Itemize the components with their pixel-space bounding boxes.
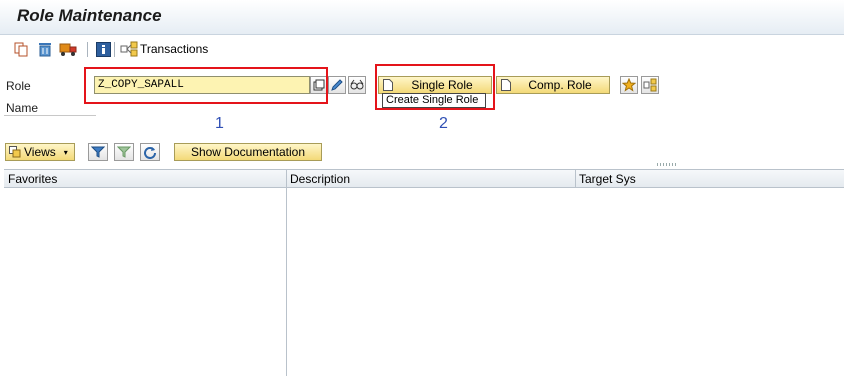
column-header-description[interactable]: Description bbox=[286, 170, 575, 188]
delete-icon[interactable] bbox=[36, 40, 54, 58]
copy-icon[interactable] bbox=[12, 40, 30, 58]
dropdown-arrow-icon: ▾ bbox=[63, 147, 68, 157]
transport-icon[interactable] bbox=[59, 40, 77, 58]
role-tree-table: Favorites Description Target Sys bbox=[4, 169, 844, 376]
column-divider[interactable] bbox=[286, 170, 287, 376]
add-favorite-button[interactable] bbox=[620, 76, 638, 94]
application-toolbar: Transactions bbox=[0, 35, 844, 63]
highlight-box-single-role bbox=[375, 64, 495, 110]
change-button[interactable] bbox=[328, 76, 346, 94]
display-button[interactable] bbox=[348, 76, 366, 94]
transactions-icon[interactable] bbox=[120, 40, 138, 58]
highlight-box-role-field bbox=[84, 67, 328, 104]
tree-toolbar: Views ▾ Show Documentation bbox=[0, 142, 844, 164]
composite-role-label: Comp. Role bbox=[528, 78, 592, 92]
role-label: Role bbox=[6, 79, 31, 93]
title-bar: Role Maintenance bbox=[0, 0, 844, 35]
toolbar-separator bbox=[87, 42, 88, 57]
show-documentation-label: Show Documentation bbox=[190, 145, 306, 159]
column-divider[interactable] bbox=[575, 170, 576, 188]
name-field-underline bbox=[4, 115, 96, 116]
annotation-marker-2: 2 bbox=[439, 115, 448, 132]
filter-icon[interactable] bbox=[88, 143, 108, 161]
toolbar-separator bbox=[114, 42, 115, 57]
views-button[interactable]: Views ▾ bbox=[5, 143, 75, 161]
splitter-handle[interactable] bbox=[657, 163, 677, 166]
show-documentation-button[interactable]: Show Documentation bbox=[174, 143, 322, 161]
favorite-transfer-button[interactable] bbox=[641, 76, 659, 94]
refresh-icon[interactable] bbox=[140, 143, 160, 161]
page-title: Role Maintenance bbox=[17, 6, 162, 25]
views-label: Views bbox=[24, 145, 56, 159]
annotation-marker-1: 1 bbox=[215, 115, 224, 132]
column-header-target-sys[interactable]: Target Sys bbox=[575, 170, 844, 188]
transactions-button[interactable]: Transactions bbox=[140, 42, 208, 56]
composite-role-button[interactable]: Comp. Role bbox=[496, 76, 610, 94]
name-label: Name bbox=[6, 101, 39, 115]
column-header-favorites[interactable]: Favorites bbox=[4, 170, 286, 188]
info-icon[interactable] bbox=[94, 40, 112, 58]
filter-off-icon[interactable] bbox=[114, 143, 134, 161]
